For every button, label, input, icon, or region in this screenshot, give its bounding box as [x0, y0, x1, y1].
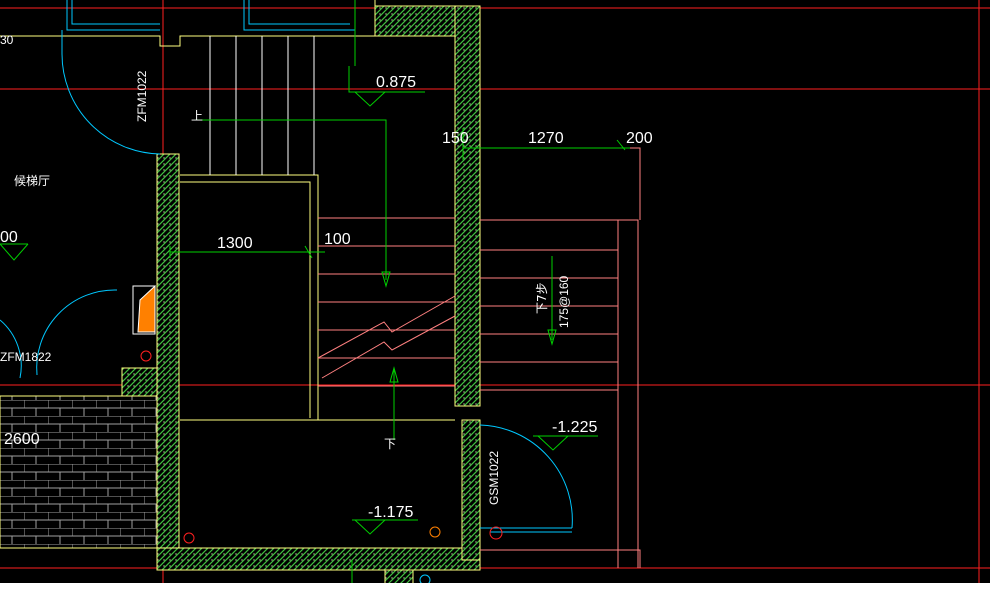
down-steps-label: 下7步 [535, 282, 549, 314]
level-right: -1.225 [552, 419, 597, 436]
dim-left-partial: 00 [0, 229, 18, 246]
dim-200: 200 [626, 130, 653, 147]
door-label-right: GSM1022 [487, 451, 501, 505]
lobby-label: 候梯厅 [14, 174, 50, 188]
cad-drawing-canvas[interactable]: 30 ZFM1022 候梯厅 00 ZFM1822 2600 0.875 150… [0, 0, 990, 589]
up-mark: 上 [191, 109, 203, 123]
status-strip [0, 583, 990, 589]
step-spec-label: 175@160 [557, 275, 571, 328]
fire-hydrant-marker [137, 284, 156, 333]
level-top: 0.875 [376, 74, 416, 91]
inner-walls [180, 36, 481, 421]
corner-label: 30 [0, 33, 14, 47]
brick-wall-area [0, 395, 158, 549]
dim-1300: 1300 [217, 235, 253, 252]
dim-left-bottom: 2600 [4, 431, 40, 448]
door-label-lower: ZFM1822 [0, 350, 52, 364]
dim-100: 100 [324, 231, 351, 248]
dim-150: 150 [442, 130, 469, 147]
upper-stair-treads [209, 36, 315, 175]
level-bottom: -1.175 [368, 504, 413, 521]
top-shafts [0, 0, 376, 47]
door-label-top: ZFM1022 [135, 70, 149, 122]
down-mark: 下 [384, 437, 396, 451]
stairwell-walls [121, 5, 481, 589]
dim-1270: 1270 [528, 130, 564, 147]
